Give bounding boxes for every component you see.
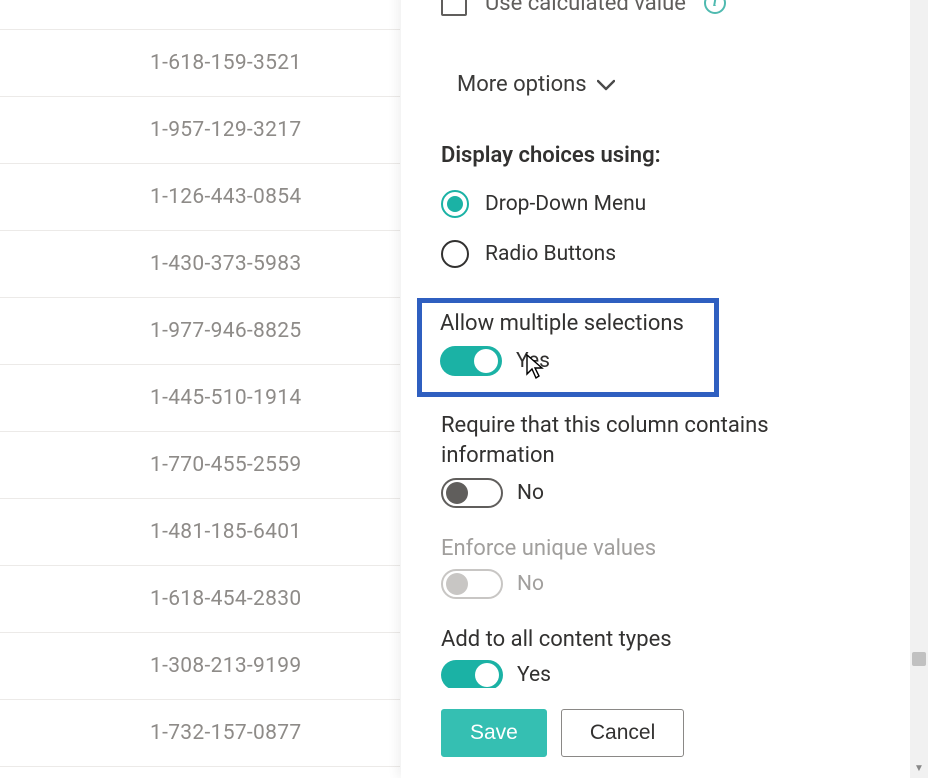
allow-multiple-selections-heading: Allow multiple selections <box>440 311 702 336</box>
save-button[interactable]: Save <box>441 709 547 756</box>
list-item-label: 1-618-454-2830 <box>150 587 301 611</box>
display-choice-dropdown-label: Drop-Down Menu <box>485 192 646 216</box>
display-choice-radio-label: Radio Buttons <box>485 242 616 266</box>
vertical-scrollbar[interactable]: ▼ <box>910 0 928 778</box>
list-item-label: 1-732-157-0877 <box>150 721 301 745</box>
column-settings-panel: Use calculated value More options Displa… <box>401 0 910 778</box>
list-item-label: 1-445-510-1914 <box>150 386 301 410</box>
list-item-label: 1-957-129-3217 <box>150 118 301 142</box>
enforce-unique-values-toggle <box>441 569 503 599</box>
list-item-label: 1-126-443-0854 <box>150 185 301 209</box>
enforce-unique-values-heading: Enforce unique values <box>441 536 870 561</box>
allow-multiple-selections-toggle[interactable] <box>440 346 502 376</box>
add-to-content-types-value: Yes <box>517 663 551 687</box>
list-item[interactable]: 1-770-455-2559 <box>0 432 400 499</box>
display-choice-dropdown[interactable]: Drop-Down Menu <box>441 190 870 218</box>
scrollbar-thumb[interactable] <box>912 652 926 666</box>
radio-icon <box>441 240 469 268</box>
allow-multiple-selections-highlight: Allow multiple selections Yes <box>417 298 719 397</box>
scrollbar-arrow-down-icon[interactable]: ▼ <box>910 762 928 776</box>
add-to-content-types-heading: Add to all content types <box>441 627 870 652</box>
list-item-label: 1-770-455-2559 <box>150 453 301 477</box>
require-information-heading: Require that this column contains inform… <box>441 411 870 470</box>
list-item[interactable]: 1-977-946-8825 <box>0 298 400 365</box>
add-to-content-types-toggle[interactable] <box>441 660 503 688</box>
list-item-label: 1-618-159-3521 <box>150 51 301 75</box>
list-item[interactable]: 1-430-373-5983 <box>0 231 400 298</box>
allow-multiple-selections-value: Yes <box>516 349 550 373</box>
list-item[interactable]: 1-618-454-2830 <box>0 566 400 633</box>
list-item-label: 1-430-373-5983 <box>150 252 301 276</box>
more-options-toggle[interactable]: More options <box>457 72 870 97</box>
list-item[interactable]: 1-618-159-3521 <box>0 30 400 97</box>
list-item[interactable]: 1-126-443-0854 <box>0 164 400 231</box>
display-choices-heading: Display choices using: <box>441 143 870 168</box>
info-icon[interactable] <box>704 0 726 14</box>
use-calculated-value-label: Use calculated value <box>485 0 686 16</box>
list-item[interactable] <box>0 0 400 30</box>
background-list: 1-618-159-3521 1-957-129-3217 1-126-443-… <box>0 0 400 778</box>
list-item[interactable]: 1-957-129-3217 <box>0 97 400 164</box>
display-choice-radio[interactable]: Radio Buttons <box>441 240 870 268</box>
cancel-button[interactable]: Cancel <box>561 709 684 756</box>
require-information-value: No <box>517 481 544 505</box>
require-information-toggle[interactable] <box>441 478 503 508</box>
list-item-label: 1-977-946-8825 <box>150 319 301 343</box>
more-options-label: More options <box>457 72 587 97</box>
list-item[interactable]: 1-445-510-1914 <box>0 365 400 432</box>
list-item[interactable]: 1-308-213-9199 <box>0 633 400 700</box>
enforce-unique-values-value: No <box>517 572 544 596</box>
list-item-label: 1-481-185-6401 <box>150 520 301 544</box>
radio-icon <box>441 190 469 218</box>
list-item[interactable]: 1-481-185-6401 <box>0 499 400 566</box>
panel-footer: Save Cancel <box>401 688 910 778</box>
use-calculated-value-checkbox[interactable] <box>441 0 467 16</box>
chevron-down-icon <box>597 79 615 91</box>
list-item-label: 1-308-213-9199 <box>150 654 301 678</box>
list-item[interactable]: 1-732-157-0877 <box>0 700 400 767</box>
